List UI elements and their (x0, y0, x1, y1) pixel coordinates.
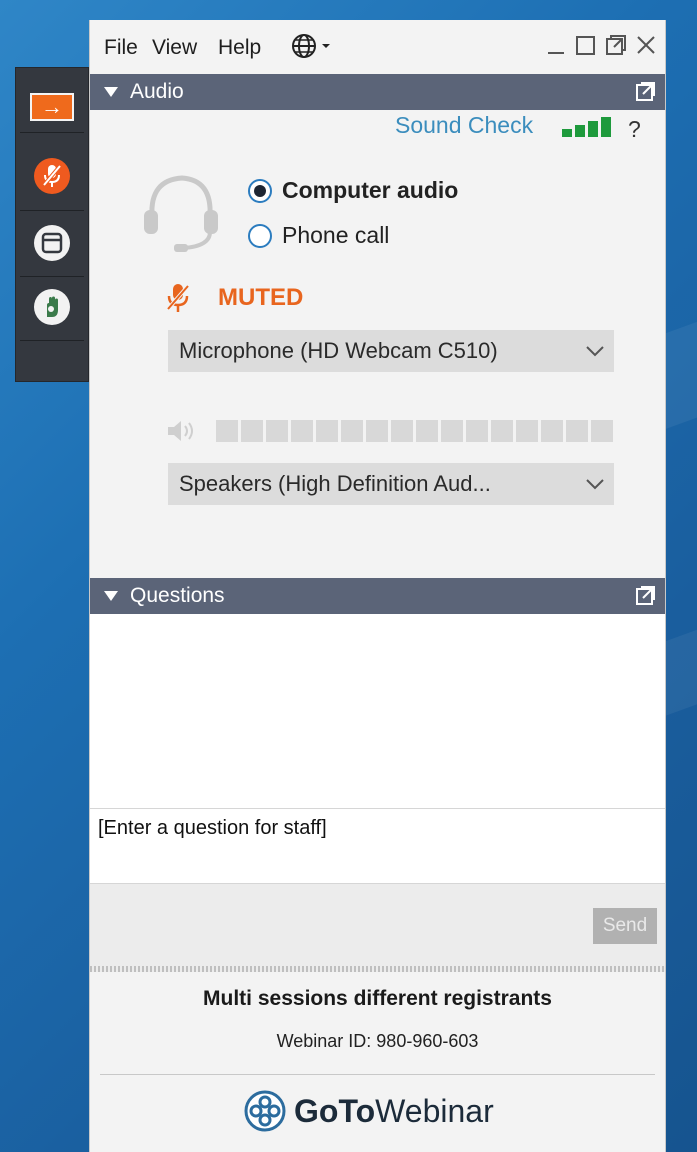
send-area: Send (90, 884, 665, 972)
gotowebinar-logo-icon (244, 1090, 286, 1132)
radio-unselected[interactable] (248, 223, 272, 248)
popout-icon (606, 35, 626, 55)
menu-help[interactable]: Help (218, 36, 261, 60)
screen-view-button[interactable] (16, 218, 88, 268)
window-controls (545, 32, 657, 58)
session-title: Multi sessions different registrants (203, 987, 552, 1010)
close-icon (637, 36, 655, 54)
brand-webinar: Webinar (375, 1092, 494, 1129)
mute-toggle-button[interactable] (16, 152, 88, 200)
muted-label: MUTED (218, 284, 304, 311)
radio-phone-call[interactable]: Phone call (248, 222, 389, 249)
speakers-select[interactable]: Speakers (High Definition Aud... (168, 463, 614, 505)
control-toolbar: → (15, 67, 89, 382)
chevron-down-icon (586, 479, 604, 490)
radio-computer-audio[interactable]: Computer audio (248, 177, 458, 204)
speakers-select-value: Speakers (High Definition Aud... (179, 471, 491, 496)
gotowebinar-logo: GoTo Webinar (244, 1090, 494, 1132)
questions-header-label: Questions (130, 584, 225, 607)
phone-call-label: Phone call (282, 222, 390, 248)
webinar-id: Webinar ID: 980-960-603 (276, 1031, 479, 1051)
expand-panel-button[interactable]: → (16, 88, 88, 126)
questions-section-header[interactable]: Questions (90, 578, 665, 614)
collapse-triangle-icon (104, 87, 118, 97)
menu-file[interactable]: File (104, 36, 138, 60)
menu-bar: File View Help (90, 20, 665, 74)
minimize-button[interactable] (545, 32, 567, 58)
minimize-icon (548, 52, 564, 54)
expand-arrow-icon: → (30, 93, 74, 121)
raise-hand-button[interactable] (16, 282, 88, 332)
menu-view[interactable]: View (152, 36, 197, 60)
maximize-icon (576, 36, 595, 55)
raise-hand-icon (34, 289, 70, 325)
screen-icon (34, 225, 70, 261)
maximize-button[interactable] (575, 32, 597, 58)
mute-status: MUTED (166, 282, 303, 314)
audio-header-label: Audio (130, 80, 184, 103)
audio-section-header[interactable]: Audio (90, 74, 665, 110)
collapse-triangle-icon (104, 591, 118, 601)
sound-check-link[interactable]: Sound Check (395, 112, 533, 139)
audio-help-button[interactable]: ? (628, 116, 641, 143)
microphone-select-value: Microphone (HD Webcam C510) (179, 338, 498, 363)
microphone-muted-icon (34, 158, 70, 194)
radio-selected[interactable] (248, 178, 272, 203)
popout-section-icon[interactable] (635, 586, 655, 606)
globe-icon (292, 34, 316, 58)
footer: Multi sessions different registrants Web… (90, 972, 665, 1152)
speaker-icon (168, 421, 193, 441)
speaker-level-meter (166, 418, 616, 444)
headset-icon (144, 175, 218, 252)
close-button[interactable] (635, 32, 657, 58)
chevron-down-icon (586, 346, 604, 357)
popout-button[interactable] (605, 32, 627, 58)
question-input-placeholder: [Enter a question for staff] (98, 817, 327, 839)
signal-strength-icon (562, 117, 611, 137)
brand-goto: GoTo (294, 1092, 376, 1129)
language-menu[interactable] (290, 32, 331, 60)
gotowebinar-control-panel: File View Help Audio Sound Check ? Compu… (89, 20, 666, 1152)
microphone-muted-icon (166, 284, 190, 312)
question-input[interactable]: [Enter a question for staff] (90, 808, 665, 884)
computer-audio-label: Computer audio (282, 177, 459, 203)
questions-log (90, 614, 665, 808)
microphone-select[interactable]: Microphone (HD Webcam C510) (168, 330, 614, 372)
chevron-down-icon (322, 44, 330, 48)
divider (100, 1074, 655, 1075)
send-button[interactable]: Send (593, 908, 657, 944)
popout-section-icon[interactable] (635, 82, 655, 102)
